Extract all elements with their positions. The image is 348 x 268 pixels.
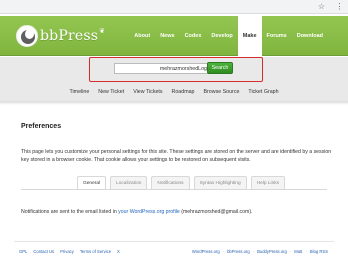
intro-text: This page lets you customize your person… bbox=[21, 149, 332, 163]
subnav-new-ticket[interactable]: New Ticket bbox=[94, 84, 129, 100]
nav-develop[interactable]: Develop bbox=[206, 16, 237, 56]
subnav-ticket-graph[interactable]: Ticket Graph bbox=[244, 84, 283, 100]
subnav-roadmap[interactable]: Roadmap bbox=[167, 84, 199, 100]
browser-toolbar-icons: ☆ ⋮ bbox=[317, 1, 344, 12]
footer-separator: · bbox=[289, 249, 292, 254]
preferences-tabs: General Localization Notifications Synta… bbox=[77, 176, 289, 189]
bbpress-logo[interactable]: bbPress ❦ bbox=[16, 25, 105, 47]
footer-link-matt[interactable]: Matt bbox=[294, 249, 302, 254]
footer-link-contact[interactable]: Contact Us bbox=[33, 249, 54, 254]
tab-notifications[interactable]: Notifications bbox=[151, 176, 190, 189]
ellipsis-icon[interactable]: ⋮ bbox=[335, 1, 344, 12]
nav-download[interactable]: Download bbox=[292, 16, 328, 56]
footer-link-gpl[interactable]: GPL bbox=[19, 249, 27, 254]
footer-link-bbpress[interactable]: bbPress.org bbox=[227, 249, 250, 254]
tab-general[interactable]: General bbox=[77, 176, 107, 189]
notification-suffix: (mehrazmorshed@gmail.com). bbox=[179, 209, 253, 215]
tab-syntax-highlighting[interactable]: Syntax Highlighting bbox=[193, 176, 247, 189]
footer-separator: · bbox=[222, 249, 225, 254]
nav-codex[interactable]: Codex bbox=[180, 16, 207, 56]
footer-right-links: WordPress.org · bbPress.org · BuddyPress… bbox=[192, 249, 328, 254]
browser-toolbar: ☆ ⋮ bbox=[0, 0, 348, 14]
footer-link-x[interactable]: X bbox=[117, 249, 120, 254]
footer-link-blog-rss[interactable]: Blog RSS bbox=[310, 249, 328, 254]
logo-mark-icon bbox=[16, 25, 38, 47]
star-icon[interactable]: ☆ bbox=[317, 1, 326, 12]
leaf-icon: ❦ bbox=[99, 28, 105, 35]
wordpress-profile-link[interactable]: your WordPress.org profile bbox=[118, 209, 180, 215]
nav-about[interactable]: About bbox=[129, 16, 155, 56]
main-nav: About News Codex Develop Make Forums Dow… bbox=[129, 16, 328, 56]
footer-separator: · bbox=[305, 249, 307, 254]
subnav-browse-source[interactable]: Browse Source bbox=[199, 84, 244, 100]
site-header: bbPress ❦ About News Codex Develop Make … bbox=[0, 16, 348, 56]
logo-text: bbPress bbox=[40, 28, 99, 44]
tab-localization[interactable]: Localization bbox=[110, 176, 148, 189]
search-input[interactable] bbox=[114, 63, 210, 74]
footer-link-terms[interactable]: Terms of Service bbox=[80, 249, 111, 254]
nav-news[interactable]: News bbox=[155, 16, 179, 56]
footer-link-buddypress[interactable]: BuddyPress.org bbox=[257, 249, 287, 254]
footer-link-wordpress[interactable]: WordPress.org bbox=[192, 249, 220, 254]
tabs-underline bbox=[21, 189, 327, 190]
notification-prefix: Notifications are sent to the email list… bbox=[21, 209, 119, 215]
header-divider bbox=[0, 101, 348, 105]
footer-separator: · bbox=[252, 249, 255, 254]
search-button[interactable]: Search bbox=[207, 62, 233, 74]
nav-forums[interactable]: Forums bbox=[262, 16, 292, 56]
subnav-timeline[interactable]: Timeline bbox=[65, 84, 94, 100]
subnav-view-tickets[interactable]: View Tickets bbox=[129, 84, 167, 100]
page-title: Preferences bbox=[21, 123, 62, 130]
footer-link-privacy[interactable]: Privacy bbox=[60, 249, 74, 254]
trac-subnav: Timeline New Ticket View Tickets Roadmap… bbox=[0, 84, 348, 100]
notification-text: Notifications are sent to the email list… bbox=[21, 209, 253, 215]
footer-divider bbox=[14, 241, 334, 242]
nav-make[interactable]: Make bbox=[237, 16, 262, 56]
tab-help-links[interactable]: Help Links bbox=[250, 176, 286, 189]
footer-left-links: GPL Contact Us Privacy Terms of Service … bbox=[19, 249, 120, 254]
